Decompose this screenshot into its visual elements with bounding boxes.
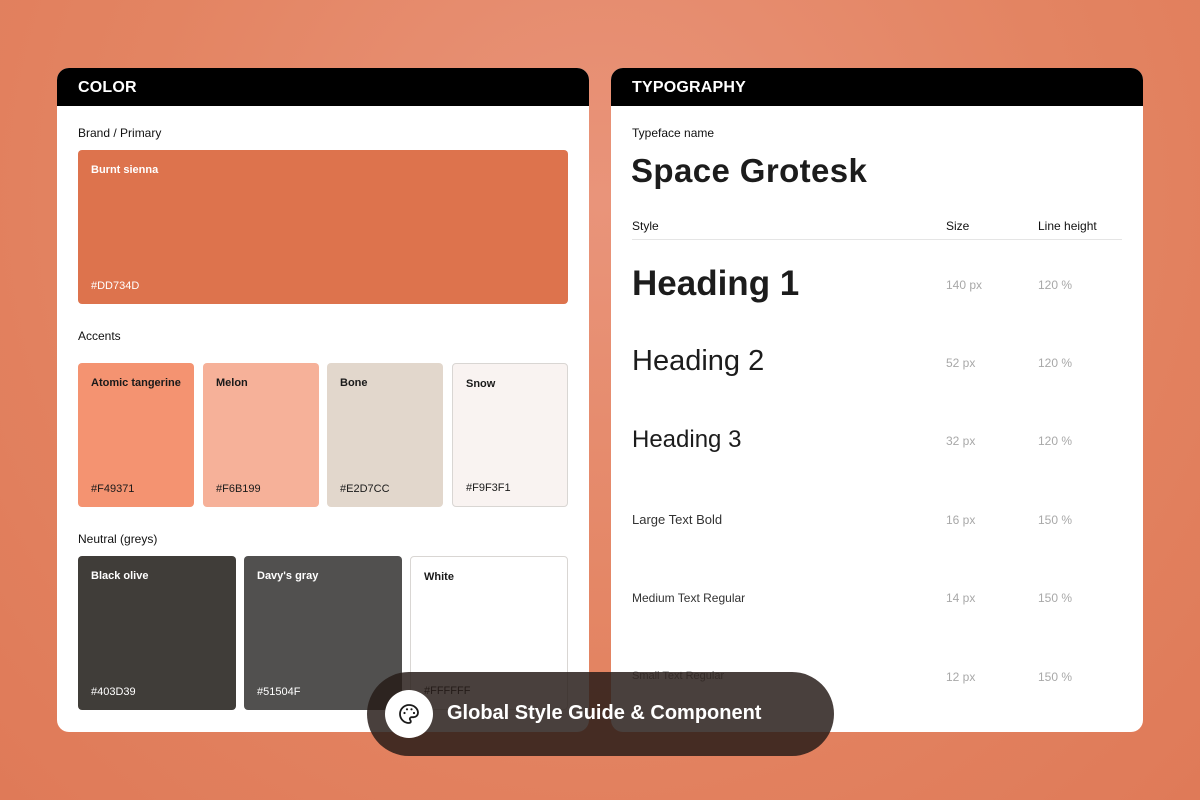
badge-label: Global Style Guide & Component [447, 702, 762, 724]
type-row-size: 16 px [946, 513, 976, 527]
swatch-name: Atomic tangerine [91, 377, 181, 389]
swatch-name: Snow [466, 378, 496, 390]
line-height-column-header: Line height [1038, 219, 1097, 233]
type-row-line-height: 150 % [1038, 670, 1073, 684]
type-row-style-heading-2: Heading 2 [632, 345, 765, 377]
accent-swatch-snow[interactable]: Snow #F9F3F1 [452, 363, 568, 507]
accent-swatch-melon[interactable]: Melon #F6B199 [203, 363, 319, 507]
size-column-header: Size [946, 219, 970, 233]
swatch-name: White [424, 571, 454, 583]
swatch-hex: #F6B199 [216, 483, 261, 495]
swatch-name: Davy's gray [257, 570, 319, 582]
swatch-hex: #DD734D [91, 280, 140, 292]
style-column-header: Style [632, 219, 659, 233]
color-panel-title: COLOR [57, 68, 589, 106]
swatch-name: Melon [216, 377, 248, 389]
type-row-line-height: 120 % [1038, 434, 1073, 448]
type-row-line-height: 150 % [1038, 513, 1073, 527]
swatch-hex: #51504F [257, 686, 301, 698]
swatch-name: Bone [340, 377, 368, 389]
swatch-name: Burnt sienna [91, 164, 159, 176]
type-row-size: 12 px [946, 670, 976, 684]
type-row-style-large-text-bold: Large Text Bold [632, 512, 723, 527]
accent-swatch-atomic-tangerine[interactable]: Atomic tangerine #F49371 [78, 363, 194, 507]
type-row-style-heading-1: Heading 1 [632, 264, 800, 303]
accents-section-label: Accents [78, 329, 121, 343]
neutral-section-label: Neutral (greys) [78, 532, 158, 546]
accent-swatch-bone[interactable]: Bone #E2D7CC [327, 363, 443, 507]
typography-panel-title: TYPOGRAPHY [611, 68, 1143, 106]
type-row-line-height: 120 % [1038, 356, 1073, 370]
brand-swatch[interactable]: Burnt sienna #DD734D [78, 150, 568, 304]
swatch-hex: #F9F3F1 [466, 482, 511, 494]
type-row-line-height: 150 % [1038, 591, 1073, 605]
typography-panel: TYPOGRAPHY Typeface name Space Grotesk S… [611, 68, 1143, 732]
swatch-hex: #F49371 [91, 483, 135, 495]
swatch-hex: #403D39 [91, 686, 136, 698]
type-row-size: 32 px [946, 434, 976, 448]
swatch-name: Black olive [91, 570, 149, 582]
type-row-style-medium-text-regular: Medium Text Regular [632, 591, 746, 605]
type-row-line-height: 120 % [1038, 278, 1073, 292]
typeface-name: Space Grotesk [631, 152, 868, 189]
color-panel: COLOR Brand / Primary Burnt sienna #DD73… [57, 68, 589, 732]
swatch-hex: #E2D7CC [340, 483, 390, 495]
type-row-size: 52 px [946, 356, 976, 370]
style-guide-badge: Global Style Guide & Component [367, 672, 834, 756]
neutral-swatch-black-olive[interactable]: Black olive #403D39 [78, 556, 236, 710]
type-row-size: 14 px [946, 591, 976, 605]
palette-icon [385, 690, 433, 738]
header-divider [632, 239, 1122, 240]
type-row-size: 140 px [946, 278, 983, 292]
type-row-style-heading-3: Heading 3 [632, 426, 742, 453]
brand-section-label: Brand / Primary [78, 126, 162, 140]
typeface-label: Typeface name [632, 126, 715, 140]
